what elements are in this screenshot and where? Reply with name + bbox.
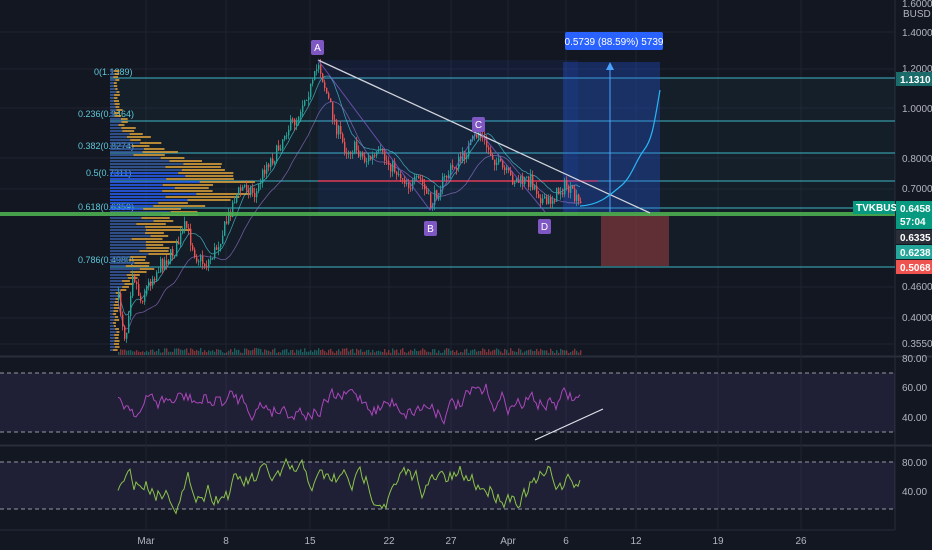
time-tick: 26 bbox=[795, 536, 807, 547]
price-axis-currency: BUSD bbox=[903, 9, 931, 20]
pattern-point-c[interactable]: C bbox=[472, 117, 485, 132]
price-tick: 0.4000 bbox=[902, 313, 932, 324]
osc-tick: 80.00 bbox=[902, 458, 927, 469]
pattern-point-a[interactable]: A bbox=[311, 40, 324, 55]
svg-text:0.5068: 0.5068 bbox=[900, 263, 931, 274]
price-tick: 1.4000 bbox=[902, 28, 932, 39]
pattern-point-d[interactable]: D bbox=[538, 219, 551, 234]
price-tick: 0.8000 bbox=[902, 154, 932, 165]
pattern-point-label: A bbox=[314, 43, 321, 54]
pattern-point-label: B bbox=[427, 224, 434, 235]
rsi-tick: 40.00 bbox=[902, 413, 927, 424]
pattern-point-label: D bbox=[541, 222, 548, 233]
price-tag-level[interactable]: 0.6335 bbox=[896, 230, 932, 244]
pattern-zone[interactable] bbox=[318, 60, 578, 215]
price-tick: 1.0000 bbox=[902, 104, 932, 115]
rsi-tick: 60.00 bbox=[902, 383, 927, 394]
time-tick: 6 bbox=[563, 536, 569, 547]
time-tick: Mar bbox=[137, 536, 155, 547]
time-tick: Apr bbox=[500, 536, 516, 547]
price-tick: 0.4600 bbox=[902, 282, 932, 293]
position-profit-zone[interactable] bbox=[563, 62, 660, 212]
pattern-point-b[interactable]: B bbox=[424, 221, 437, 236]
rsi-tick: 80.00 bbox=[902, 354, 927, 365]
svg-text:0.6458: 0.6458 bbox=[900, 204, 931, 215]
fib-label: 0.236(0.9464) bbox=[78, 109, 134, 119]
time-tick: 27 bbox=[445, 536, 457, 547]
osc-tick: 40.00 bbox=[902, 487, 927, 498]
time-tick: 22 bbox=[383, 536, 395, 547]
trading-chart[interactable]: 0(1.1389) 0.236(0.9464) 0.382(0.8274) 0.… bbox=[0, 0, 932, 550]
price-tag-level[interactable]: 0.6238 bbox=[896, 245, 932, 259]
svg-text:57:04: 57:04 bbox=[900, 217, 926, 228]
price-tick: 0.3550 bbox=[902, 339, 932, 350]
price-tick: 0.7000 bbox=[902, 184, 932, 195]
osc-band bbox=[0, 462, 895, 509]
time-tick: 19 bbox=[712, 536, 724, 547]
svg-text:0.6335: 0.6335 bbox=[900, 233, 931, 244]
pattern-point-label: C bbox=[475, 120, 482, 131]
price-tag-level[interactable]: 1.1310 bbox=[896, 72, 932, 86]
time-tick: 8 bbox=[223, 536, 229, 547]
price-tag-level[interactable]: 0.5068 bbox=[896, 260, 932, 274]
position-loss-zone[interactable] bbox=[601, 214, 669, 266]
rsi-band bbox=[0, 373, 895, 432]
measure-label-box[interactable]: 0.5739 (88.59%) 5739 bbox=[565, 32, 664, 50]
measure-label: 0.5739 (88.59%) 5739 bbox=[565, 37, 664, 48]
svg-text:0.6238: 0.6238 bbox=[900, 248, 931, 259]
time-tick: 12 bbox=[630, 536, 642, 547]
svg-text:1.1310: 1.1310 bbox=[900, 75, 931, 86]
price-tick: 1.6000 bbox=[902, 0, 932, 10]
time-tick: 15 bbox=[304, 536, 316, 547]
